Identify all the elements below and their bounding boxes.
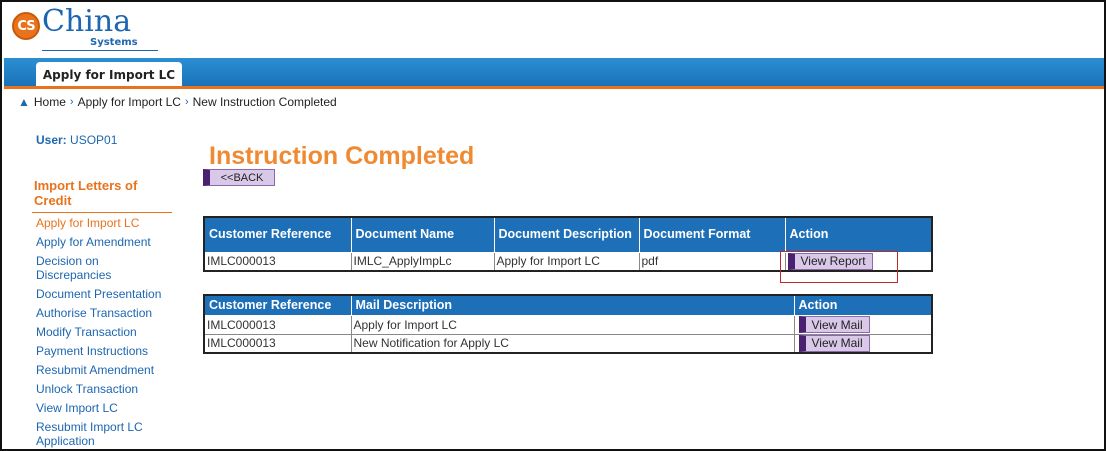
logo-subtitle: Systems xyxy=(90,37,138,48)
back-button[interactable]: <<BACK xyxy=(203,169,275,186)
sidebar-item-authorise-transaction[interactable]: Authorise Transaction xyxy=(36,306,176,320)
breadcrumb-home[interactable]: Home xyxy=(34,95,66,109)
tab-underline xyxy=(4,86,1104,89)
user-id: USOP01 xyxy=(70,133,118,147)
sidebar-item-payment-instructions[interactable]: Payment Instructions xyxy=(36,344,176,358)
logo-badge: CS xyxy=(12,12,40,40)
cell-mail-description: Apply for Import LC xyxy=(350,314,795,335)
sidebar-item-apply-amendment[interactable]: Apply for Amendment xyxy=(36,235,176,249)
user-label: User: xyxy=(36,133,67,147)
table-row: IMLC000013 New Notification for Apply LC… xyxy=(203,333,933,354)
col-document-format: Document Format xyxy=(638,216,786,253)
cell-customer-reference: IMLC000013 xyxy=(203,314,352,335)
table-row: IMLC000013 IMLC_ApplyImpLc Apply for Imp… xyxy=(203,251,933,272)
sidebar-item-apply-import-lc[interactable]: Apply for Import LC xyxy=(36,216,176,230)
sidebar-item-resubmit-import-lc[interactable]: Resubmit Import LC Application xyxy=(36,420,176,448)
table-row: IMLC000013 Apply for Import LC View Mail xyxy=(203,314,933,335)
cell-action: View Report xyxy=(784,251,933,272)
col-mail-description: Mail Description xyxy=(350,294,795,316)
cell-action: View Mail xyxy=(793,333,933,354)
cell-customer-reference: IMLC000013 xyxy=(203,251,352,272)
cell-document-name: IMLC_ApplyImpLc xyxy=(350,251,495,272)
cell-mail-description: New Notification for Apply LC xyxy=(350,333,795,354)
sidebar-item-document-presentation[interactable]: Document Presentation xyxy=(36,287,176,301)
tab-apply-import-lc[interactable]: Apply for Import LC xyxy=(36,62,182,87)
view-mail-button[interactable]: View Mail xyxy=(798,334,870,352)
sidebar-item-resubmit-amendment[interactable]: Resubmit Amendment xyxy=(36,363,176,377)
chevron-right-icon: › xyxy=(69,96,74,108)
col-customer-reference: Customer Reference xyxy=(203,216,352,253)
col-customer-reference: Customer Reference xyxy=(203,294,352,316)
cell-document-format: pdf xyxy=(638,251,786,272)
view-mail-button[interactable]: View Mail xyxy=(798,316,870,333)
breadcrumb-apply-import-lc[interactable]: Apply for Import LC xyxy=(78,95,181,109)
col-action: Action xyxy=(793,294,933,316)
sidebar-item-decision-discrepancies[interactable]: Decision on Discrepancies xyxy=(36,254,176,282)
breadcrumb-current: New Instruction Completed xyxy=(192,95,337,109)
col-action: Action xyxy=(784,216,933,253)
chevron-right-icon: › xyxy=(184,96,189,108)
sidebar-item-modify-transaction[interactable]: Modify Transaction xyxy=(36,325,176,339)
sidebar-divider xyxy=(32,212,172,213)
cell-customer-reference: IMLC000013 xyxy=(203,333,352,354)
logo-underline xyxy=(42,50,158,51)
tab-bar: Apply for Import LC xyxy=(4,58,1104,87)
breadcrumb: ▲ Home › Apply for Import LC › New Instr… xyxy=(18,95,337,109)
col-document-description: Document Description xyxy=(493,216,640,253)
page-title: Instruction Completed xyxy=(209,142,475,170)
user-info: User: USOP01 xyxy=(36,133,117,147)
app-window: CS China Systems Apply for Import LC ▲ H… xyxy=(0,0,1106,451)
logo-wordmark: China xyxy=(42,4,132,39)
documents-header-row: Customer Reference Document Name Documen… xyxy=(203,216,933,253)
sidebar-item-view-import-lc[interactable]: View Import LC xyxy=(36,401,176,415)
cell-document-description: Apply for Import LC xyxy=(493,251,640,272)
home-icon[interactable]: ▲ xyxy=(18,95,30,109)
view-report-button[interactable]: View Report xyxy=(787,252,873,270)
sidebar-menu: Apply for Import LC Apply for Amendment … xyxy=(36,216,176,449)
mails-table: Customer Reference Mail Description Acti… xyxy=(203,294,933,354)
sidebar-heading: Import Letters of Credit xyxy=(34,178,138,208)
cell-action: View Mail xyxy=(793,314,933,335)
mails-header-row: Customer Reference Mail Description Acti… xyxy=(203,294,933,316)
col-document-name: Document Name xyxy=(350,216,495,253)
documents-table: Customer Reference Document Name Documen… xyxy=(203,216,933,272)
sidebar-item-unlock-transaction[interactable]: Unlock Transaction xyxy=(36,382,176,396)
